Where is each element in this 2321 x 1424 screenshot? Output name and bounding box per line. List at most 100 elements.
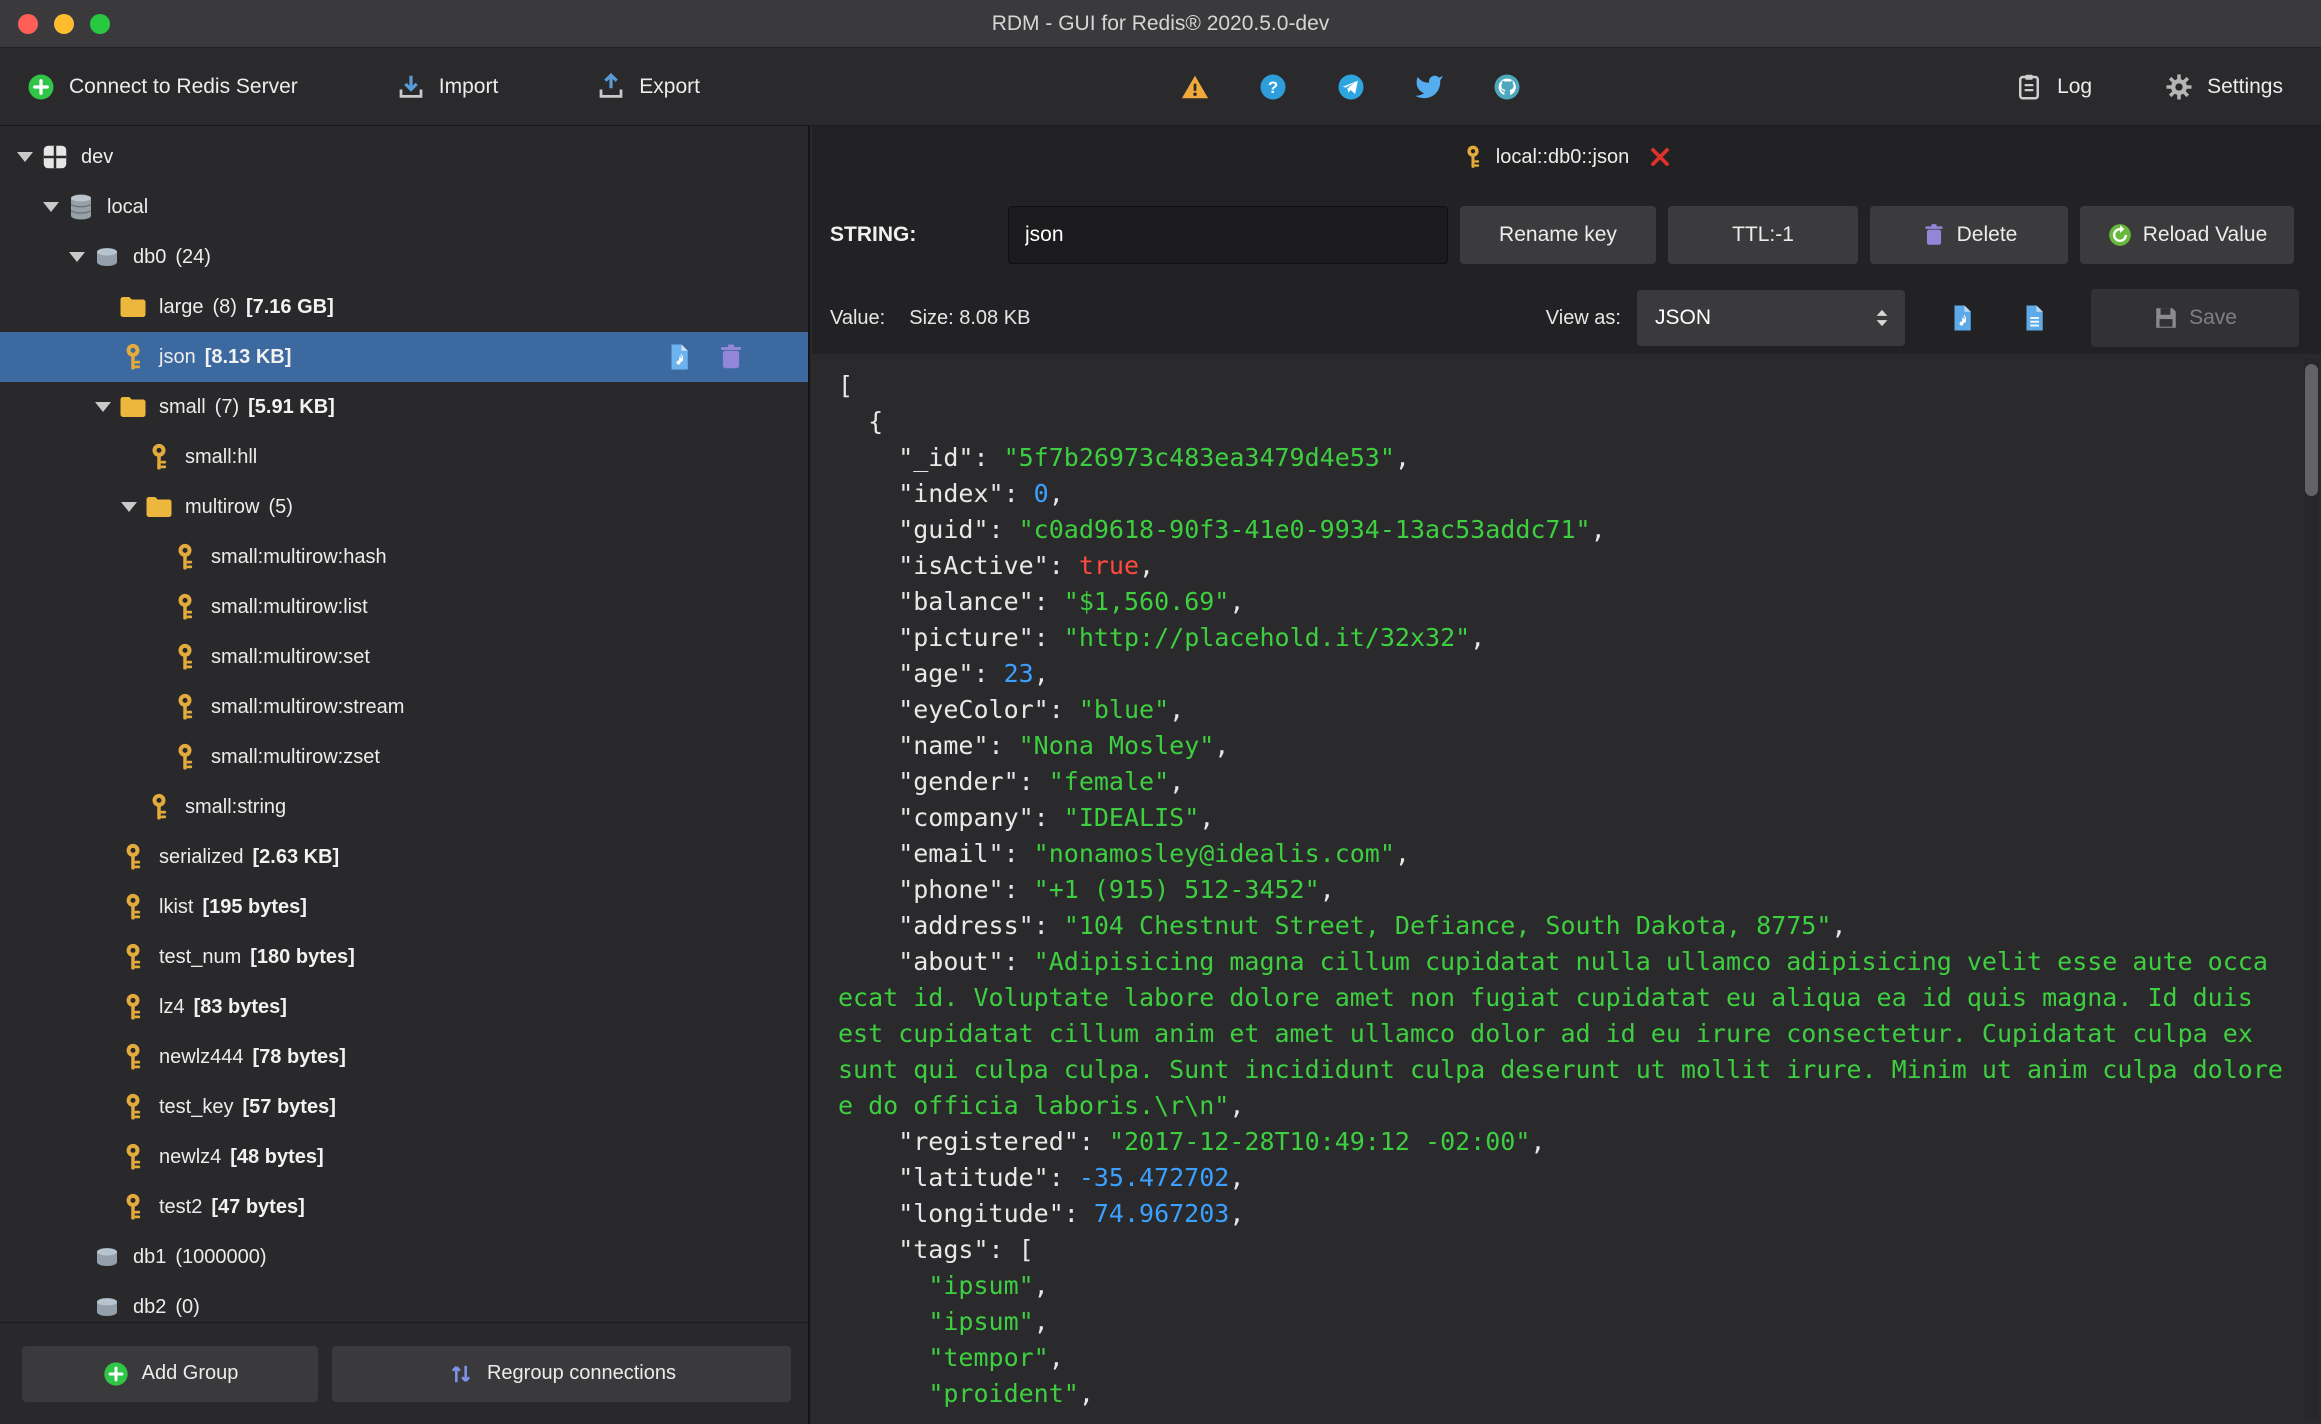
open-in-editor-icon[interactable] [1947, 303, 1977, 333]
tree-item-newlz444[interactable]: newlz444 [78 bytes] [0, 1032, 808, 1082]
tree-item-size: [47 bytes] [211, 1195, 305, 1218]
json-line: "ipsum", [928, 1271, 1049, 1300]
tree-item-small-multirow-set[interactable]: small:multirow:set [0, 632, 808, 682]
viewer-scrollbar[interactable] [2304, 358, 2319, 1420]
expand-arrow-icon[interactable] [62, 252, 92, 262]
view-mode-dropdown[interactable]: JSON [1637, 290, 1905, 346]
zoom-window-icon[interactable] [90, 14, 110, 34]
traffic-lights [18, 14, 110, 34]
json-line: "gender": "female", [838, 767, 1185, 796]
json-line: "isActive": true, [838, 551, 1155, 580]
key-icon [170, 742, 200, 772]
tree-item-test-key[interactable]: test_key [57 bytes] [0, 1082, 808, 1132]
key-name-input[interactable] [1008, 206, 1448, 264]
tree-item-label: test2 [159, 1195, 203, 1218]
tree-item-local[interactable]: local [0, 182, 808, 232]
dbstack-icon [66, 192, 96, 222]
tree-item-small[interactable]: small (7) [5.91 KB] [0, 382, 808, 432]
connect-to-server-button[interactable]: Connect to Redis Server [26, 72, 298, 102]
help-icon[interactable]: ? [1258, 72, 1288, 102]
tree-item-test-num[interactable]: test_num [180 bytes] [0, 932, 808, 982]
expand-arrow-icon[interactable] [36, 202, 66, 212]
tree-item-test2[interactable]: test2 [47 bytes] [0, 1182, 808, 1232]
export-icon [596, 72, 626, 102]
settings-button[interactable]: Settings [2164, 72, 2283, 102]
log-button[interactable]: Log [2014, 72, 2092, 102]
json-line: { [838, 407, 884, 436]
tree-item-dev[interactable]: dev [0, 132, 808, 182]
tree-item-count: (0) [175, 1295, 200, 1318]
folder-icon [144, 492, 174, 522]
dropdown-stepper-icon[interactable] [1865, 298, 1899, 338]
tree-item-newlz4[interactable]: newlz4 [48 bytes] [0, 1132, 808, 1182]
minimize-window-icon[interactable] [54, 14, 74, 34]
json-line: [ [838, 371, 854, 400]
tab-local-db0-json[interactable]: local::db0::json [1460, 144, 1673, 170]
tree-item-label: multirow [185, 495, 260, 518]
edit-value-icon[interactable] [664, 342, 694, 372]
delete-key-button[interactable]: Delete [1870, 206, 2068, 264]
ttl-button[interactable]: TTL:-1 [1668, 206, 1858, 264]
export-button[interactable]: Export [596, 72, 700, 102]
tree-item-lz4[interactable]: lz4 [83 bytes] [0, 982, 808, 1032]
json-line: "about": "Adipisicing magna cillum cupid… [838, 947, 2268, 976]
json-viewer[interactable]: [ { "_id": "5f7b26973c483ea3479d4e53", "… [812, 354, 2321, 1424]
delete-key-label: Delete [1956, 223, 2018, 246]
expand-arrow-icon[interactable] [114, 502, 144, 512]
tree-item-db2[interactable]: db2 (0) [0, 1282, 808, 1322]
close-tab-icon[interactable] [1647, 144, 1673, 170]
warning-icon[interactable] [1180, 72, 1210, 102]
github-icon[interactable] [1492, 72, 1522, 102]
json-line: e do officia laboris.\r\n", [838, 1091, 1245, 1120]
expand-arrow-icon[interactable] [88, 402, 118, 412]
tab-bar: local::db0::json [812, 126, 2321, 188]
key-type-label: STRING: [830, 223, 917, 246]
tab-label: local::db0::json [1495, 145, 1630, 168]
import-button[interactable]: Import [396, 72, 498, 102]
plus-circle-icon [102, 1360, 130, 1388]
view-document-icon[interactable] [2019, 303, 2049, 333]
json-line: "tags": [ [838, 1235, 1034, 1264]
tree-item-db0[interactable]: db0 (24) [0, 232, 808, 282]
json-line: sunt qui culpa culpa. Sunt incididunt cu… [838, 1055, 2283, 1084]
trash-icon [1921, 222, 1947, 248]
key-icon [118, 842, 148, 872]
tree-item-small-multirow-hash[interactable]: small:multirow:hash [0, 532, 808, 582]
export-button-label: Export [639, 74, 700, 98]
tree-item-label: db0 [133, 245, 167, 268]
close-window-icon[interactable] [18, 14, 38, 34]
add-group-button[interactable]: Add Group [22, 1345, 318, 1402]
json-line: "ipsum", [928, 1307, 1049, 1336]
key-icon [1460, 144, 1486, 170]
scrollbar-thumb[interactable] [2305, 364, 2318, 496]
tree-item-lkist[interactable]: lkist [195 bytes] [0, 882, 808, 932]
tree-item-json[interactable]: json [8.13 KB] [0, 332, 808, 382]
telegram-icon[interactable] [1336, 72, 1366, 102]
tree-item-small-string[interactable]: small:string [0, 782, 808, 832]
tree-item-label: lz4 [159, 995, 185, 1018]
tree-item-db1[interactable]: db1 (1000000) [0, 1232, 808, 1282]
import-icon [396, 72, 426, 102]
rename-key-button[interactable]: Rename key [1460, 206, 1656, 264]
tree-item-serialized[interactable]: serialized [2.63 KB] [0, 832, 808, 882]
tree-item-small-multirow-stream[interactable]: small:multirow:stream [0, 682, 808, 732]
tree-item-large[interactable]: large (8) [7.16 GB] [0, 282, 808, 332]
settings-button-label: Settings [2207, 74, 2283, 98]
connect-button-label: Connect to Redis Server [69, 74, 298, 98]
tree-item-small-hll[interactable]: small:hll [0, 432, 808, 482]
delete-key-icon[interactable] [716, 342, 746, 372]
json-line: "latitude": -35.472702, [838, 1163, 1245, 1192]
expand-arrow-icon[interactable] [10, 152, 40, 162]
tree-item-small-multirow-list[interactable]: small:multirow:list [0, 582, 808, 632]
twitter-icon[interactable] [1414, 72, 1444, 102]
tree-item-multirow[interactable]: multirow (5) [0, 482, 808, 532]
tree-item-label: small:multirow:hash [211, 545, 387, 568]
save-button[interactable]: Save [2091, 289, 2299, 347]
reload-value-button[interactable]: Reload Value [2080, 206, 2294, 264]
tree-item-small-multirow-zset[interactable]: small:multirow:zset [0, 732, 808, 782]
regroup-connections-button[interactable]: Regroup connections [332, 1345, 791, 1402]
tree-item-count: (1000000) [175, 1245, 267, 1268]
json-line: "registered": "2017-12-28T10:49:12 -02:0… [838, 1127, 1546, 1156]
tree-item-label: small:string [185, 795, 287, 818]
folder-icon [118, 292, 148, 322]
